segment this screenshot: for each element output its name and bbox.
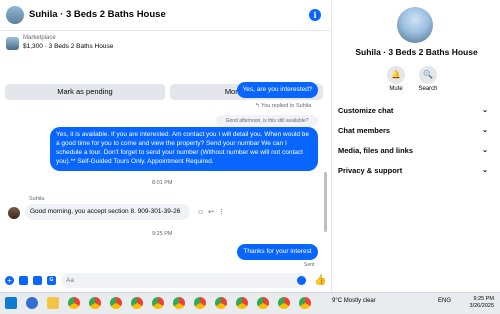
like-icon[interactable]: 👍 [314,275,326,286]
clock-time: 9:25 PM [473,296,494,302]
section-customize-chat[interactable]: Customize chat ⌄ [338,106,488,120]
more-icon[interactable]: ⋮ [218,209,229,216]
plus-icon[interactable]: + [5,276,14,285]
section-label: Chat members [338,126,391,135]
listing-price[interactable]: $1,300 · 3 Beds 2 Baths House [23,43,113,50]
message-input[interactable] [61,273,306,288]
chat-scrollbar[interactable] [323,74,328,266]
listing-photo[interactable] [397,7,433,43]
chrome-icon[interactable] [236,297,248,309]
message-list[interactable]: Yes, are you interested? ↰ You replied t… [0,74,330,268]
sender-avatar[interactable] [8,207,20,219]
details-pane: Suhila · 3 Beds 2 Baths House 🔔 Mute 🔍 S… [331,0,500,292]
react-icon[interactable]: ☺ [197,209,208,216]
chat-title[interactable]: Suhila · 3 Beds 2 Baths House [29,9,166,20]
search-label: Search [418,86,438,92]
search-action[interactable]: 🔍 Search [408,66,448,92]
chrome-icon[interactable] [194,297,206,309]
search-icon[interactable]: 🔍 [419,66,437,84]
sticker-icon[interactable] [33,276,42,285]
section-chat-members[interactable]: Chat members ⌄ [338,126,488,140]
quoted-message[interactable]: Good afternoon, is this still available? [216,115,318,127]
section-label: Privacy & support [338,166,403,175]
weather-widget[interactable]: 9°C Mostly clear [332,298,376,304]
listing-category: Marketplace [23,35,56,41]
timestamp: 9:25 PM [152,231,173,237]
chrome-icon[interactable] [215,297,227,309]
app-icon[interactable] [26,297,38,309]
chevron-down-icon: ⌄ [482,147,488,154]
start-icon[interactable] [5,297,17,309]
chrome-icon[interactable] [152,297,164,309]
image-icon[interactable] [19,276,28,285]
chrome-icon[interactable] [299,297,311,309]
chevron-down-icon: ⌄ [482,127,488,134]
chrome-icon[interactable] [110,297,122,309]
info-icon[interactable]: i [309,9,321,21]
clock-date: 3/26/2025 [469,303,494,309]
details-title: Suhila · 3 Beds 2 Baths House [355,47,478,57]
listing-bar: Marketplace $1,300 · 3 Beds 2 Baths Hous… [0,31,330,100]
chevron-down-icon: ⌄ [482,107,488,114]
listing-thumbnail[interactable] [6,37,19,50]
messenger-window: Suhila · 3 Beds 2 Baths House i Marketpl… [0,0,500,292]
emoji-icon[interactable] [297,276,306,285]
system-clock[interactable]: 9:25 PM 3/26/2025 [460,296,494,310]
section-media-files[interactable]: Media, files and links ⌄ [338,146,488,160]
chat-header: Suhila · 3 Beds 2 Baths House i [0,0,330,31]
taskbar: 9°C Mostly clear ENG 9:25 PM 3/26/2025 [0,292,500,314]
section-label: Customize chat [338,106,394,115]
sender-name: Suhila [29,196,45,202]
folder-icon[interactable] [47,297,59,309]
outgoing-message[interactable]: Yes, are you interested? [237,82,318,98]
chrome-icon[interactable] [68,297,80,309]
message-actions[interactable]: ☺↩⋮ [197,208,229,216]
chrome-icon[interactable] [131,297,143,309]
section-label: Media, files and links [338,146,414,155]
timestamp: 8:01 PM [152,180,173,186]
composer: + G 👍 [0,268,330,292]
reply-indicator: ↰ You replied to Suhila [255,103,312,109]
chrome-icon[interactable] [173,297,185,309]
bell-icon[interactable]: 🔔 [387,66,405,84]
chrome-icon[interactable] [89,297,101,309]
outgoing-message[interactable]: Yes, it is available. If you are interes… [50,127,318,171]
reply-icon[interactable]: ↩ [208,209,218,216]
outgoing-message[interactable]: Thanks for your interest [237,244,318,260]
incoming-message[interactable]: Good morning, you accept section 8. 909-… [25,204,190,220]
section-privacy-support[interactable]: Privacy & support ⌄ [338,166,488,180]
chrome-icon[interactable] [257,297,269,309]
chevron-down-icon: ⌄ [482,167,488,174]
conversation-pane: Suhila · 3 Beds 2 Baths House i Marketpl… [0,0,330,292]
scrollbar-thumb[interactable] [324,172,327,232]
language-indicator[interactable]: ENG [438,298,451,304]
chrome-icon[interactable] [278,297,290,309]
contact-avatar[interactable] [6,6,24,24]
gif-icon[interactable]: G [47,276,56,285]
